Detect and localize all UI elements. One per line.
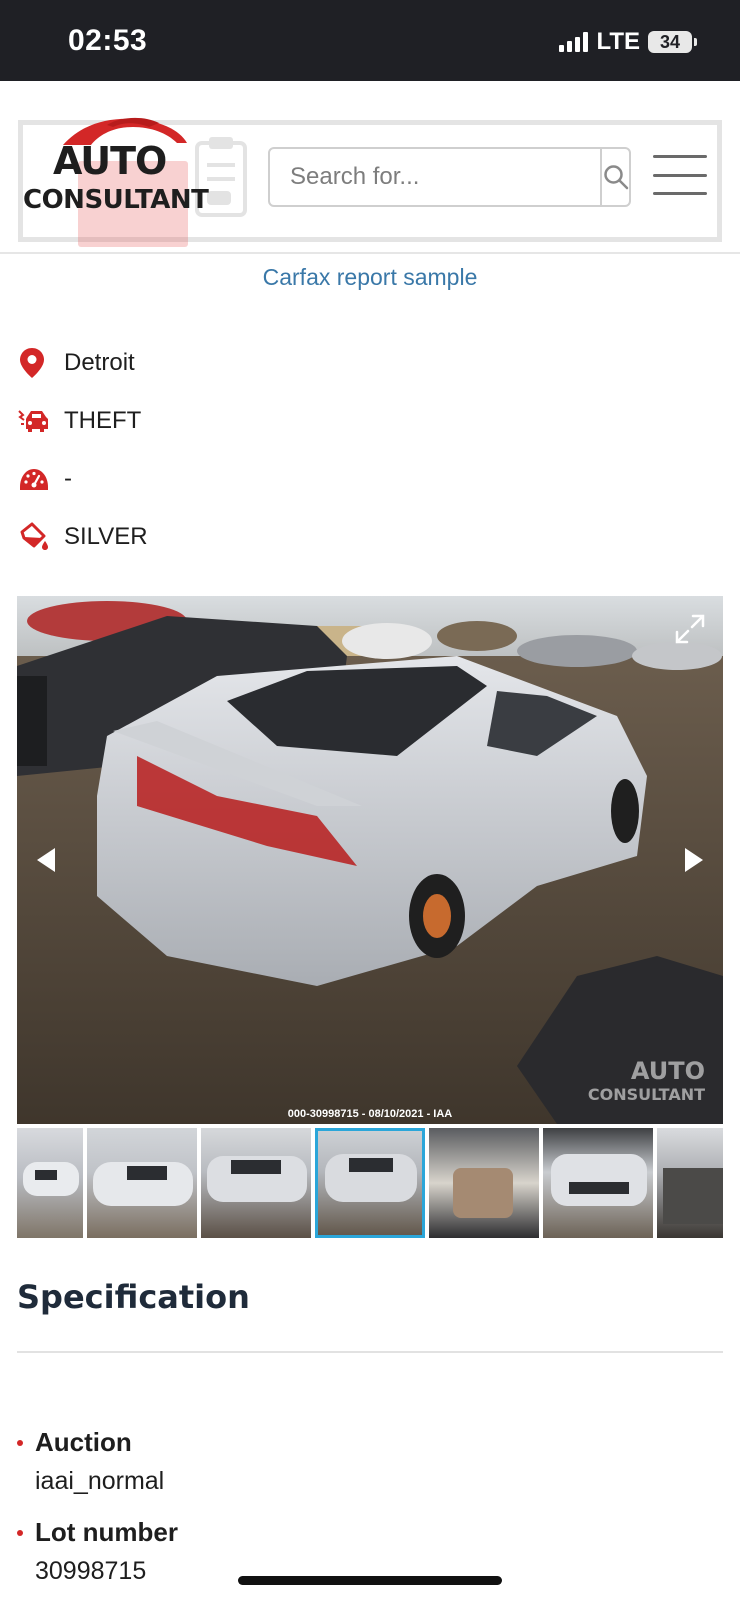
spec-label: Auction [35,1427,132,1457]
specification-list: Auction iaai_normal Lot number 30998715 [17,1424,178,1604]
next-photo-arrow-icon[interactable] [683,846,705,874]
home-indicator [238,1576,502,1585]
search-icon [603,165,628,190]
previous-photo-arrow-icon[interactable] [35,846,57,874]
status-time: 02:53 [68,24,148,57]
info-row-damage: THEFT [18,392,148,450]
photo-watermark: AUTO CONSULTANT [588,1057,705,1104]
thumbnail[interactable] [429,1128,539,1238]
logo-text-auto: AUTO [53,139,167,183]
info-damage-text: THEFT [64,407,142,434]
location-pin-icon [20,348,44,378]
spec-item-auction: Auction iaai_normal [17,1424,178,1502]
search-input[interactable] [270,149,600,205]
fullscreen-expand-icon[interactable] [673,612,707,646]
signal-strength-icon [559,32,589,52]
search-bar [268,147,631,207]
carfax-report-link[interactable]: Carfax report sample [0,264,740,291]
watermark-line2: CONSULTANT [587,1085,705,1104]
thumbnail[interactable] [657,1128,723,1238]
info-odometer-text: - [64,465,72,492]
hamburger-menu-icon[interactable] [653,155,707,195]
header-divider [0,252,740,254]
thumbnail[interactable] [17,1128,83,1238]
vehicle-photo-image [17,596,723,1124]
site-header: AUTO CONSULTANT [18,117,722,247]
thumbnail[interactable] [201,1128,311,1238]
spec-value: 30998715 [35,1557,147,1585]
site-logo[interactable]: AUTO CONSULTANT [23,113,253,247]
specification-heading: Specification [17,1278,250,1316]
spec-value: iaai_normal [35,1467,165,1495]
battery-icon: 34 [648,31,697,53]
info-row-color: SILVER [18,508,148,566]
thumbnail-active[interactable] [315,1128,425,1238]
main-vehicle-photo[interactable]: AUTO CONSULTANT 000-30998715 - 08/10/202… [17,596,723,1124]
info-row-location: Detroit [18,334,148,392]
network-type: LTE [596,28,640,55]
thumbnail[interactable] [543,1128,653,1238]
info-row-odometer: - [18,450,148,508]
speedometer-icon [20,469,48,490]
search-button[interactable] [600,149,629,205]
info-location-text: Detroit [64,349,135,376]
specification-divider [17,1351,723,1353]
watermark-line1: AUTO [630,1057,705,1085]
logo-text-consultant: CONSULTANT [23,185,209,215]
status-indicators: LTE 34 [559,28,697,56]
thumbnail-strip [17,1128,723,1238]
spec-item-lot-number: Lot number 30998715 [17,1514,178,1592]
status-bar: 02:53 LTE 34 [0,0,740,81]
thumbnail[interactable] [87,1128,197,1238]
car-damage-icon [18,410,48,432]
photo-caption: 000-30998715 - 08/10/2021 - IAA [287,1108,453,1120]
info-color-text: SILVER [64,523,148,550]
vehicle-info-list: Detroit THEFT - SILVER [18,334,148,566]
paint-bucket-icon [20,522,48,550]
spec-label: Lot number [35,1517,178,1547]
